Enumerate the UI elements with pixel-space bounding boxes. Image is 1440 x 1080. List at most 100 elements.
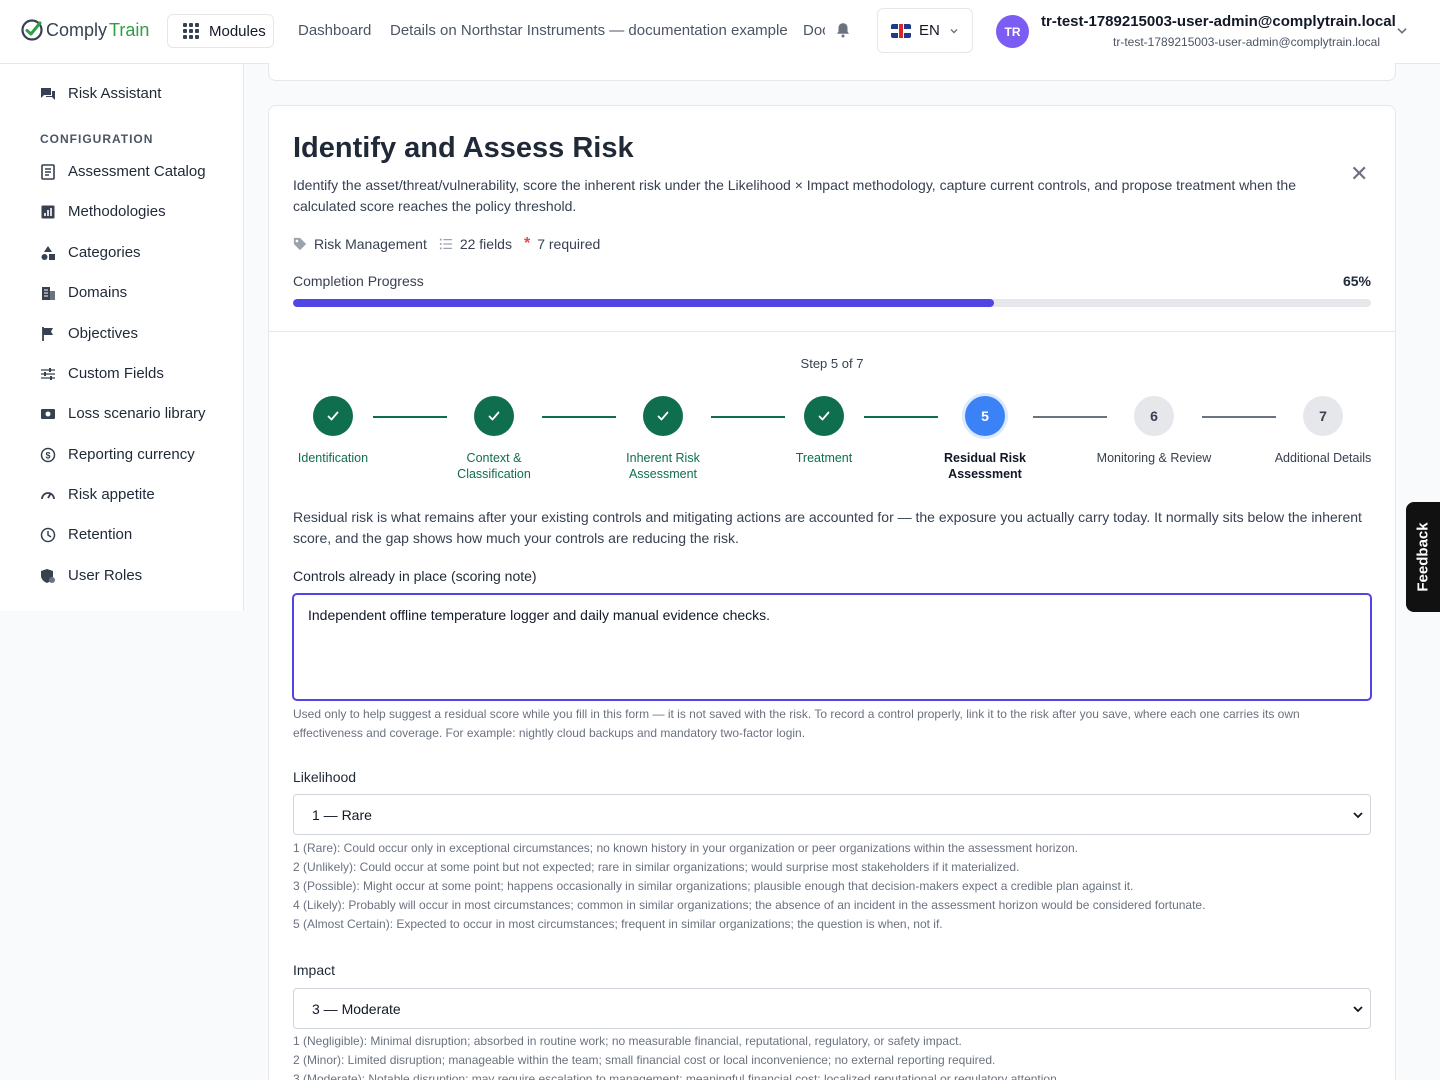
chevron-down-icon <box>950 28 958 33</box>
sidebar-item-risk-appetite[interactable]: Risk appetite <box>40 486 155 503</box>
sidebar-item-label: Custom Fields <box>68 365 164 382</box>
sidebar-item-label: Objectives <box>68 325 139 342</box>
sidebar-item-categories[interactable]: Categories <box>40 244 141 261</box>
sidebar-item-objectives[interactable]: Objectives <box>40 325 138 342</box>
form-meta: Risk Management 22 fields * 7 required <box>293 235 612 253</box>
uk-flag-icon <box>891 23 911 38</box>
feedback-button[interactable]: Feedback <box>1406 502 1440 612</box>
sidebar-item-label: Assessment Catalog <box>68 163 206 180</box>
chevron-down-icon <box>1353 1006 1363 1013</box>
likelihood-hint-2: 2 (Unlikely): Could occur at some point … <box>293 860 1020 874</box>
check-icon <box>327 411 339 421</box>
step-label: Identification <box>297 451 369 465</box>
sidebar-item-label: Retention <box>68 526 133 543</box>
breadcrumb-documentation[interactable]: Documentation <box>803 22 825 39</box>
required-asterisk-icon: * <box>523 235 531 252</box>
chart-icon <box>40 204 56 220</box>
step-residual-risk-assessment[interactable]: 5 Residual Risk Assessment <box>925 396 1045 482</box>
step-identification[interactable]: Identification <box>273 396 393 466</box>
user-menu-chevron-icon[interactable] <box>1395 24 1409 38</box>
sidebar-item-user-roles[interactable]: User Roles <box>40 567 142 584</box>
controls-textarea[interactable]: Independent offline temperature logger a… <box>293 594 1371 700</box>
sidebar-item-label: Loss scenario library <box>68 405 206 422</box>
building-icon <box>40 285 56 301</box>
check-icon <box>818 411 830 421</box>
sidebar-item-label: Reporting currency <box>68 446 195 463</box>
step-inherent-risk-assessment[interactable]: Inherent Risk Assessment <box>603 396 723 482</box>
step-circle <box>804 396 844 436</box>
step-monitoring-review[interactable]: 6 Monitoring & Review <box>1094 396 1214 466</box>
clock-icon <box>40 527 56 543</box>
sidebar-item-custom-fields[interactable]: Custom Fields <box>40 365 164 382</box>
impact-hints: 1 (Negligible): Minimal disruption; abso… <box>293 1032 1371 1080</box>
checkmark-logo-icon <box>21 19 43 41</box>
divider <box>269 331 1395 332</box>
user-name[interactable]: tr-test-1789215003-user-admin@complytrai… <box>1041 13 1396 30</box>
sidebar-item-methodologies[interactable]: Methodologies <box>40 203 166 220</box>
sidebar-item-label: Methodologies <box>68 203 166 220</box>
sidebar-item-reporting-currency[interactable]: $ Reporting currency <box>40 446 195 463</box>
impact-label: Impact <box>293 962 336 978</box>
tag-icon <box>293 237 307 251</box>
step-label: Additional Details <box>1274 451 1372 465</box>
shapes-icon <box>40 245 56 261</box>
impact-select[interactable]: 3 — Moderate <box>293 988 1371 1029</box>
step-additional-details[interactable]: 7 Additional Details <box>1263 396 1383 466</box>
check-icon <box>488 411 500 421</box>
shield-user-icon <box>40 568 56 584</box>
impact-value: 3 — Moderate <box>312 1000 401 1017</box>
sliders-icon <box>40 366 56 382</box>
controls-hint: Used only to help suggest a residual sco… <box>293 707 1300 740</box>
avatar[interactable]: TR <box>996 15 1029 48</box>
progress-bar-fill <box>293 299 994 307</box>
likelihood-select[interactable]: 1 — Rare <box>293 794 1371 835</box>
language-code: EN <box>919 22 940 39</box>
step-treatment[interactable]: Treatment <box>764 396 884 466</box>
residual-risk-intro: Residual risk is what remains after your… <box>293 509 1362 546</box>
controls-label: Controls already in place (scoring note) <box>293 568 537 584</box>
sidebar-item-risk-assistant[interactable]: Risk Assistant <box>40 85 161 102</box>
impact-hint-1: 1 (Negligible): Minimal disruption; abso… <box>293 1034 962 1048</box>
sidebar-item-domains[interactable]: Domains <box>40 284 127 301</box>
list-icon <box>439 238 452 250</box>
svg-text:$: $ <box>45 450 50 460</box>
impact-hint-3: 3 (Moderate): Notable disruption; may re… <box>293 1072 1061 1080</box>
feedback-label: Feedback <box>1414 522 1432 592</box>
step-circle <box>643 396 683 436</box>
modules-button[interactable]: Modules <box>167 14 274 48</box>
bell-icon[interactable] <box>834 21 852 39</box>
step-label: Residual Risk Assessment <box>944 451 1026 481</box>
step-context-classification[interactable]: Context & Classification <box>434 396 554 482</box>
gauge-icon <box>40 487 56 503</box>
grid-icon <box>183 23 199 39</box>
stepper: Identification Context & Classification … <box>269 396 1395 486</box>
sidebar-item-assessment-catalog[interactable]: Assessment Catalog <box>40 163 206 180</box>
money-icon <box>40 406 56 422</box>
step-circle: 5 <box>965 396 1005 436</box>
impact-hint-2: 2 (Minor): Limited disruption; manageabl… <box>293 1053 996 1067</box>
language-selector[interactable]: EN <box>877 8 973 53</box>
sidebar-item-loss-scenario-library[interactable]: Loss scenario library <box>40 405 206 422</box>
breadcrumb-details[interactable]: Details on Northstar Instruments — docum… <box>390 22 788 39</box>
sidebar-item-label: User Roles <box>68 567 143 584</box>
top-bar: Comply Train Modules Dashboard Details on… <box>0 0 1440 64</box>
progress-percent: 65% <box>1342 273 1371 289</box>
brand-name-part1: Comply <box>46 19 108 40</box>
step-label: Treatment <box>795 451 853 465</box>
step-label: Monitoring & Review <box>1096 451 1212 465</box>
sidebar-item-label: Domains <box>68 284 128 301</box>
likelihood-hint-3: 3 (Possible): Might occur at some point;… <box>293 879 1134 893</box>
step-circle <box>474 396 514 436</box>
step-circle: 6 <box>1134 396 1174 436</box>
progress-bar <box>293 299 1371 307</box>
brand-name-part2: Train <box>109 19 150 40</box>
breadcrumb-dashboard[interactable]: Dashboard <box>298 22 371 39</box>
user-email: tr-test-1789215003-user-admin@complytrai… <box>1113 35 1380 49</box>
required-count: 7 required <box>537 236 601 252</box>
brand-logo[interactable]: Comply Train <box>20 18 149 42</box>
chevron-down-icon <box>1353 812 1363 819</box>
category-label: Risk Management <box>314 236 427 252</box>
sidebar-item-retention[interactable]: Retention <box>40 526 132 543</box>
likelihood-hint-1: 1 (Rare): Could occur only in exceptiona… <box>293 841 1079 855</box>
likelihood-hint-5: 5 (Almost Certain): Expected to occur in… <box>293 917 943 931</box>
